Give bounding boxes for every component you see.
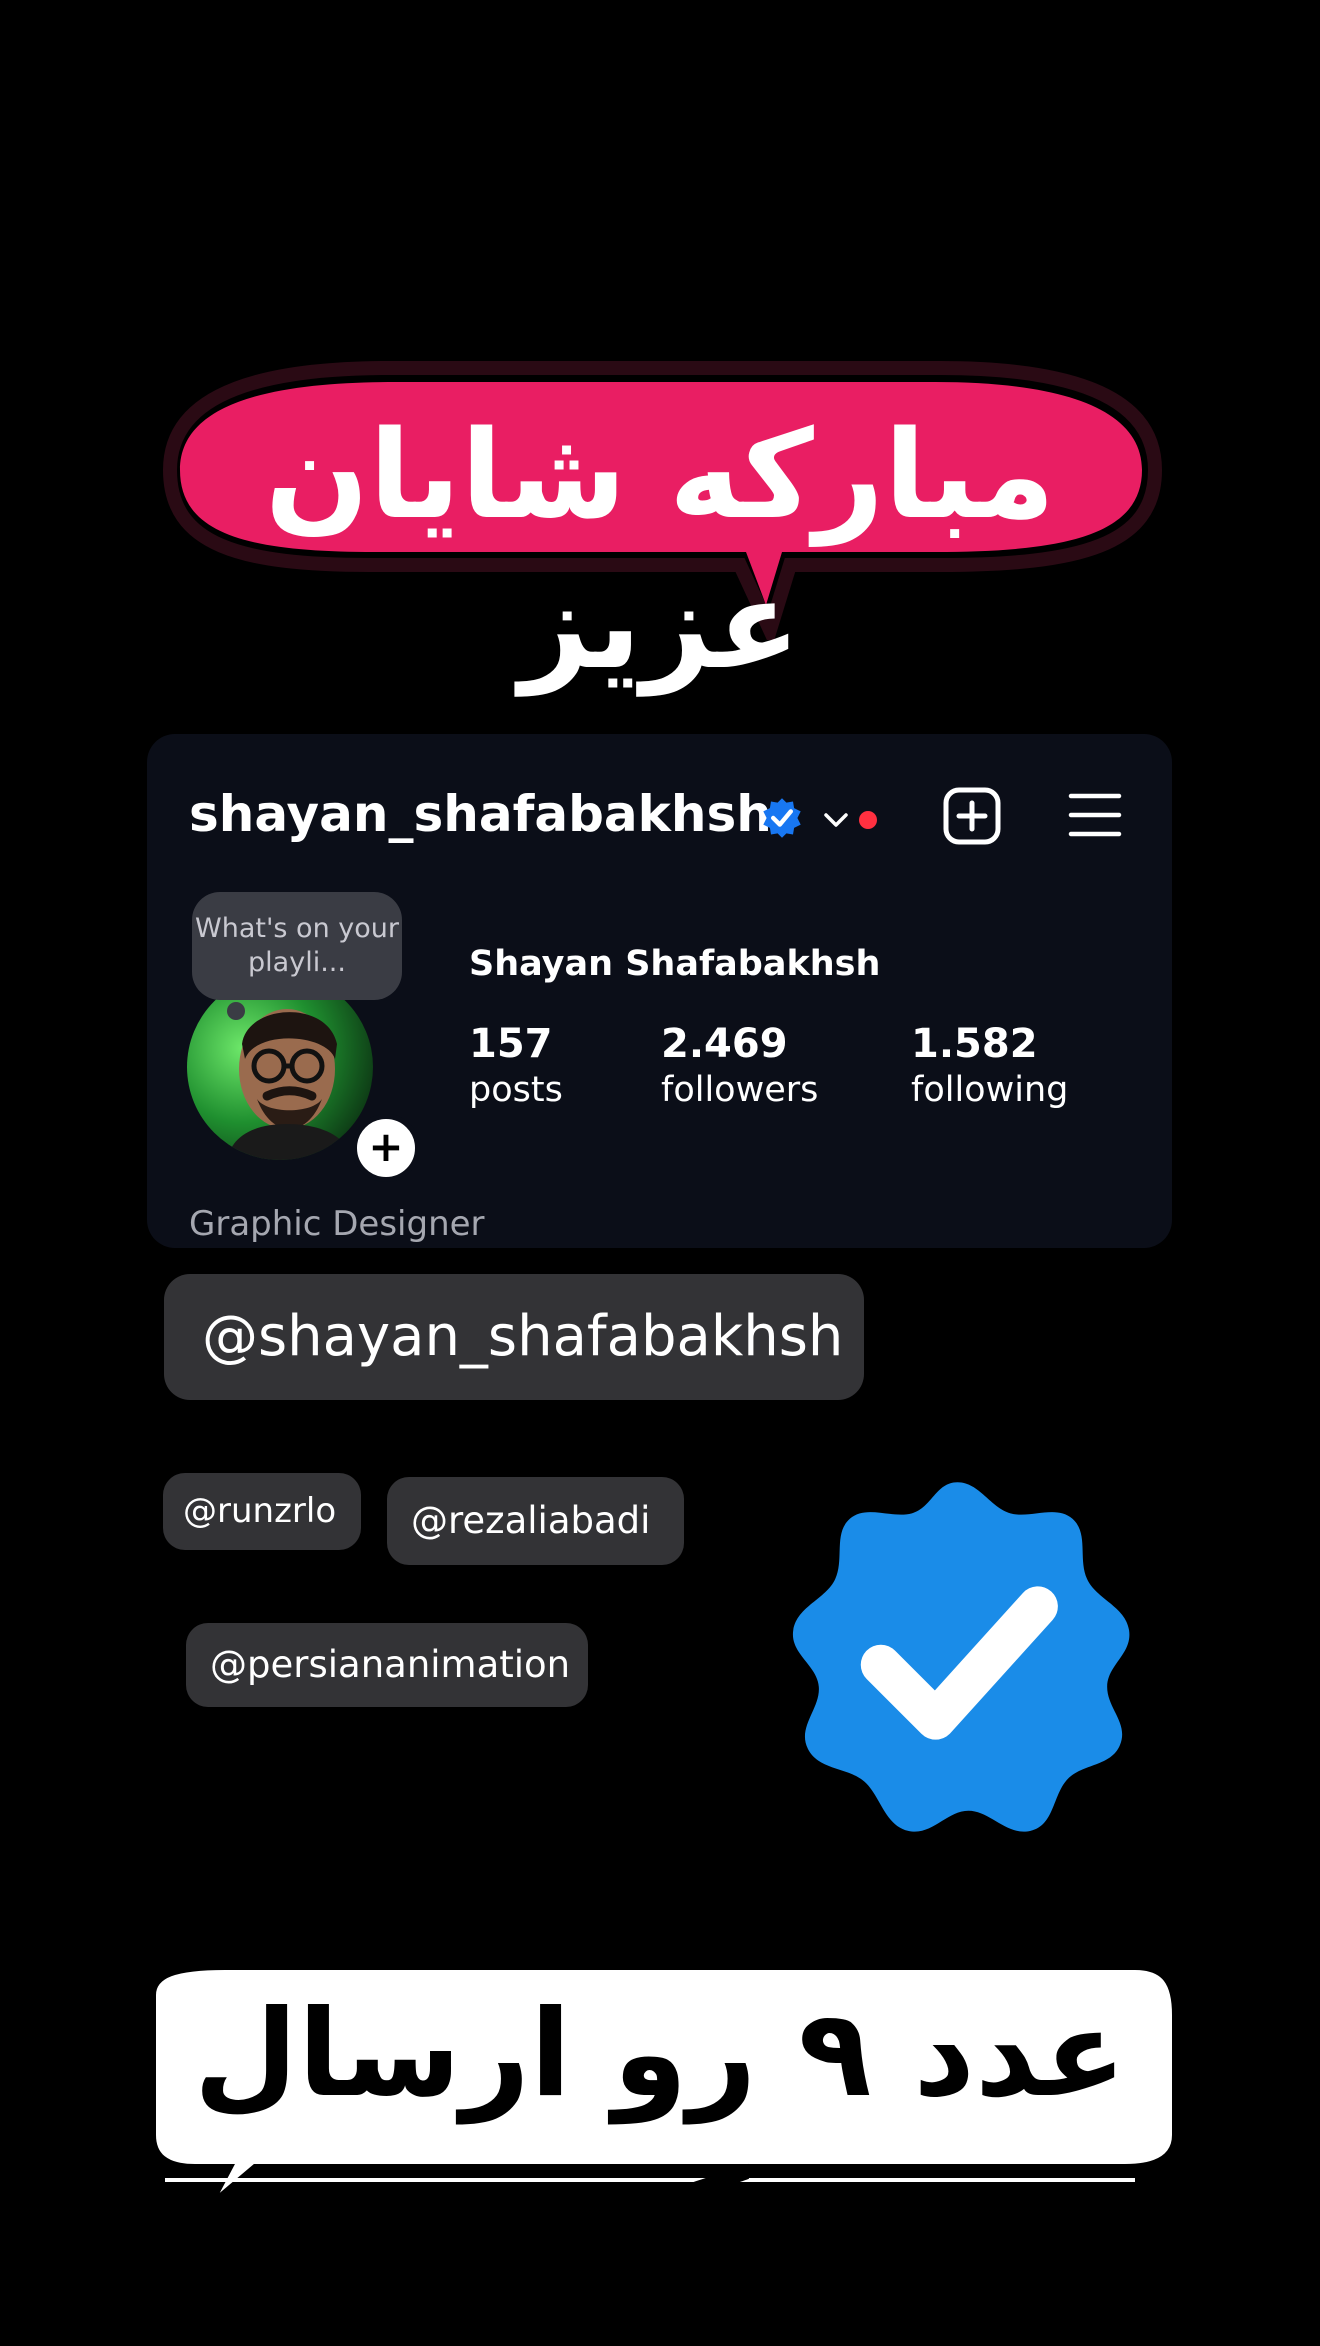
stat-followers[interactable]: 2.469 followers <box>661 1020 818 1112</box>
verified-badge-icon <box>792 1482 1130 1832</box>
mention-chip[interactable]: @runzrlo <box>163 1473 361 1550</box>
following-count: 1.582 <box>911 1021 1038 1067</box>
posts-count: 157 <box>469 1021 553 1067</box>
mention-chip[interactable]: @persiananimation <box>186 1623 588 1707</box>
profile-username[interactable]: shayan_shafabakhsh <box>189 782 772 846</box>
mention-chip[interactable]: @rezaliabadi <box>387 1477 684 1565</box>
notification-dot <box>859 811 877 829</box>
followers-label: followers <box>661 1070 819 1110</box>
call-to-action-text: عدد ۹ رو ارسال کن <box>193 1985 1127 2284</box>
chevron-down-icon[interactable] <box>820 804 852 836</box>
following-label: following <box>911 1070 1069 1110</box>
stat-following[interactable]: 1.582 following <box>911 1020 1068 1112</box>
white-speech-bubble: عدد ۹ رو ارسال کن <box>135 1955 1185 2284</box>
pink-speech-bubble: مبارکه شایان عزیز <box>150 360 1170 696</box>
avatar[interactable] <box>187 974 373 1160</box>
profile-card: shayan_shafabakhsh What's on your playli… <box>147 734 1172 1248</box>
mention-chip-main[interactable]: @shayan_shafabakhsh <box>164 1274 864 1400</box>
display-name: Shayan Shafabakhsh <box>469 944 881 984</box>
hamburger-menu-icon[interactable] <box>1067 790 1123 840</box>
followers-count: 2.469 <box>661 1021 788 1067</box>
add-post-button[interactable] <box>942 786 1002 846</box>
stat-posts[interactable]: 157 posts <box>469 1020 563 1112</box>
celebration-text: مبارکه شایان عزیز <box>264 404 1056 696</box>
verified-badge-icon <box>763 798 801 838</box>
note-bubble-tail <box>227 1002 245 1020</box>
bio-text: Graphic Designer <box>189 1204 485 1244</box>
posts-label: posts <box>469 1070 563 1110</box>
add-story-button[interactable]: + <box>352 1114 420 1182</box>
note-bubble[interactable]: What's on your playli... <box>192 892 402 1000</box>
